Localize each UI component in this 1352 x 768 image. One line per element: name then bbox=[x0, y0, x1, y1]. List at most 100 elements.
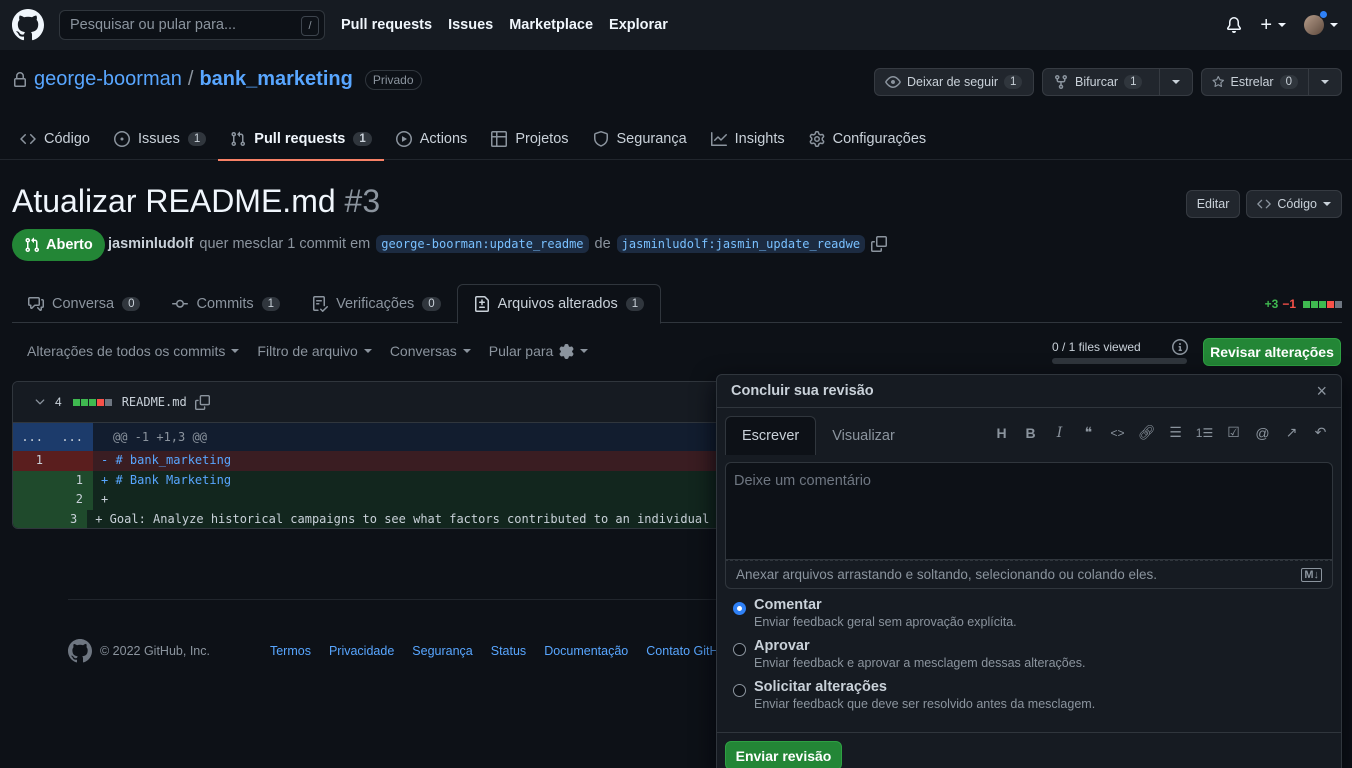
radio-comment[interactable] bbox=[733, 602, 746, 615]
create-new-dropdown[interactable]: + bbox=[1260, 15, 1286, 35]
star-button[interactable]: Estrelar 0 bbox=[1201, 68, 1309, 96]
pr-tabs: Conversa 0 Commits 1 Verificações 0 Arqu… bbox=[12, 284, 1342, 324]
close-icon[interactable]: × bbox=[1316, 381, 1327, 402]
link-icon[interactable]: 🔗︎ bbox=[1138, 424, 1156, 441]
base-branch[interactable]: george-boorman:update_readme bbox=[376, 235, 589, 253]
option-comment[interactable]: Comentar Enviar feedback geral sem aprov… bbox=[733, 597, 1095, 629]
pr-meta-text: quer mesclar 1 commit em bbox=[199, 236, 371, 252]
markdown-icon[interactable]: M↓ bbox=[1301, 567, 1322, 582]
copyright: © 2022 GitHub, Inc. bbox=[100, 644, 210, 658]
new-line-number[interactable] bbox=[53, 451, 93, 471]
jump-to-dropdown[interactable]: Pular para bbox=[489, 343, 589, 359]
footer-link-docs[interactable]: Documentação bbox=[544, 644, 628, 658]
tab-count: 0 bbox=[422, 296, 441, 311]
footer-link-status[interactable]: Status bbox=[491, 644, 526, 658]
old-line-number[interactable] bbox=[13, 490, 53, 510]
tab-code[interactable]: Código bbox=[20, 118, 102, 160]
tab-write[interactable]: Escrever bbox=[725, 416, 817, 455]
tab-checks[interactable]: Verificações 0 bbox=[296, 284, 457, 323]
github-logo-icon[interactable] bbox=[12, 9, 44, 41]
option-title: Solicitar alterações bbox=[754, 679, 887, 695]
bold-icon[interactable]: B bbox=[1022, 424, 1039, 441]
commits-filter-dropdown[interactable]: Alterações de todos os commits bbox=[27, 343, 240, 359]
review-changes-button[interactable]: Revisar alterações bbox=[1203, 338, 1341, 366]
heading-icon[interactable]: H bbox=[993, 424, 1010, 441]
fork-dropdown[interactable] bbox=[1160, 68, 1193, 96]
watch-button[interactable]: Deixar de seguir 1 bbox=[874, 68, 1034, 96]
footer-link-terms[interactable]: Termos bbox=[270, 644, 311, 658]
nav-marketplace[interactable]: Marketplace bbox=[509, 17, 593, 33]
file-header: 4 README.md bbox=[13, 382, 731, 423]
expand-down-button[interactable]: ... bbox=[53, 423, 93, 451]
footer-link-security[interactable]: Segurança bbox=[412, 644, 472, 658]
unordered-list-icon[interactable]: ☰ bbox=[1167, 424, 1184, 441]
mention-icon[interactable]: @ bbox=[1254, 424, 1271, 441]
new-line-number[interactable]: 3 bbox=[50, 509, 88, 528]
star-dropdown[interactable] bbox=[1309, 68, 1342, 96]
github-mark-icon[interactable] bbox=[68, 639, 92, 663]
radio-request-changes[interactable] bbox=[733, 684, 746, 697]
italic-icon[interactable]: I bbox=[1051, 424, 1068, 441]
task-list-icon[interactable]: ☑ bbox=[1225, 424, 1242, 441]
copy-icon[interactable] bbox=[194, 394, 210, 410]
tab-insights[interactable]: Insights bbox=[699, 118, 797, 160]
tab-pull-requests[interactable]: Pull requests 1 bbox=[218, 118, 385, 161]
comment-textarea[interactable]: Deixe um comentário bbox=[725, 462, 1333, 560]
tab-settings[interactable]: Configurações bbox=[797, 118, 939, 160]
conversations-dropdown[interactable]: Conversas bbox=[390, 343, 471, 359]
chevron-down-icon[interactable] bbox=[33, 395, 47, 409]
tab-label: Verificações bbox=[336, 295, 415, 312]
expand-up-button[interactable]: ... bbox=[13, 423, 53, 451]
old-line-number[interactable] bbox=[13, 509, 51, 528]
info-icon[interactable] bbox=[1172, 339, 1188, 355]
tab-commits[interactable]: Commits 1 bbox=[156, 284, 296, 323]
tab-security[interactable]: Segurança bbox=[581, 118, 699, 160]
old-line-number[interactable]: 1 bbox=[13, 451, 53, 471]
search-input[interactable]: Pesquisar ou pular para... / bbox=[59, 10, 325, 40]
user-menu[interactable] bbox=[1304, 10, 1338, 35]
footer-link-contact[interactable]: Contato GitH bbox=[646, 644, 718, 658]
new-line-number[interactable]: 1 bbox=[53, 470, 93, 490]
radio-approve[interactable] bbox=[733, 643, 746, 656]
edit-button[interactable]: Editar bbox=[1185, 190, 1241, 218]
nav-issues[interactable]: Issues bbox=[448, 17, 493, 33]
old-line-number[interactable] bbox=[13, 470, 53, 490]
cross-reference-icon[interactable]: ↗ bbox=[1283, 424, 1300, 441]
fork-button-group: Bifurcar 1 bbox=[1042, 68, 1193, 96]
bell-icon[interactable] bbox=[1226, 17, 1242, 33]
author-link[interactable]: jasminludolf bbox=[108, 236, 193, 252]
code-icon[interactable]: <> bbox=[1109, 424, 1126, 441]
submit-review-button[interactable]: Enviar revisão bbox=[725, 741, 842, 768]
code-dropdown-button[interactable]: Código bbox=[1246, 190, 1342, 218]
tab-preview[interactable]: Visualizar bbox=[816, 416, 911, 455]
option-approve[interactable]: Aprovar Enviar feedback e aprovar a mesc… bbox=[733, 638, 1095, 670]
code-line: - # bank_marketing bbox=[101, 453, 232, 467]
tab-issues[interactable]: Issues 1 bbox=[102, 118, 218, 160]
star-label: Estrelar bbox=[1230, 75, 1274, 89]
file-name[interactable]: README.md bbox=[122, 395, 187, 409]
nav-pull-requests[interactable]: Pull requests bbox=[341, 17, 432, 33]
diffstat: +3 −1 bbox=[1265, 297, 1342, 311]
attach-files-area[interactable]: Anexar arquivos arrastando e soltando, s… bbox=[725, 560, 1333, 589]
tab-actions[interactable]: Actions bbox=[384, 118, 480, 160]
quote-icon[interactable]: ❝ bbox=[1080, 424, 1097, 441]
chevron-down-icon bbox=[580, 349, 589, 353]
copy-icon[interactable] bbox=[871, 236, 888, 252]
ordered-list-icon[interactable]: 1☰ bbox=[1196, 424, 1213, 441]
tab-projects[interactable]: Projetos bbox=[479, 118, 580, 160]
repo-name-link[interactable]: bank_marketing bbox=[199, 68, 352, 91]
file-filter-dropdown[interactable]: Filtro de arquivo bbox=[257, 343, 372, 359]
option-request-changes[interactable]: Solicitar alterações Enviar feedback que… bbox=[733, 679, 1095, 711]
fork-button[interactable]: Bifurcar 1 bbox=[1042, 68, 1160, 96]
nav-explore[interactable]: Explorar bbox=[609, 17, 668, 33]
tab-conversation[interactable]: Conversa 0 bbox=[12, 284, 156, 323]
tab-files-changed[interactable]: Arquivos alterados 1 bbox=[456, 284, 662, 324]
pr-title-text: Atualizar README.md bbox=[12, 183, 336, 219]
footer-link-privacy[interactable]: Privacidade bbox=[329, 644, 394, 658]
new-line-number[interactable]: 2 bbox=[53, 490, 93, 510]
reply-icon[interactable]: ↶ bbox=[1312, 424, 1329, 441]
tab-label: Issues bbox=[137, 131, 180, 147]
repo-owner-link[interactable]: george-boorman bbox=[34, 68, 182, 91]
tab-count: 1 bbox=[353, 132, 372, 146]
head-branch[interactable]: jasminludolf:jasmin_update_readwe bbox=[616, 235, 866, 253]
